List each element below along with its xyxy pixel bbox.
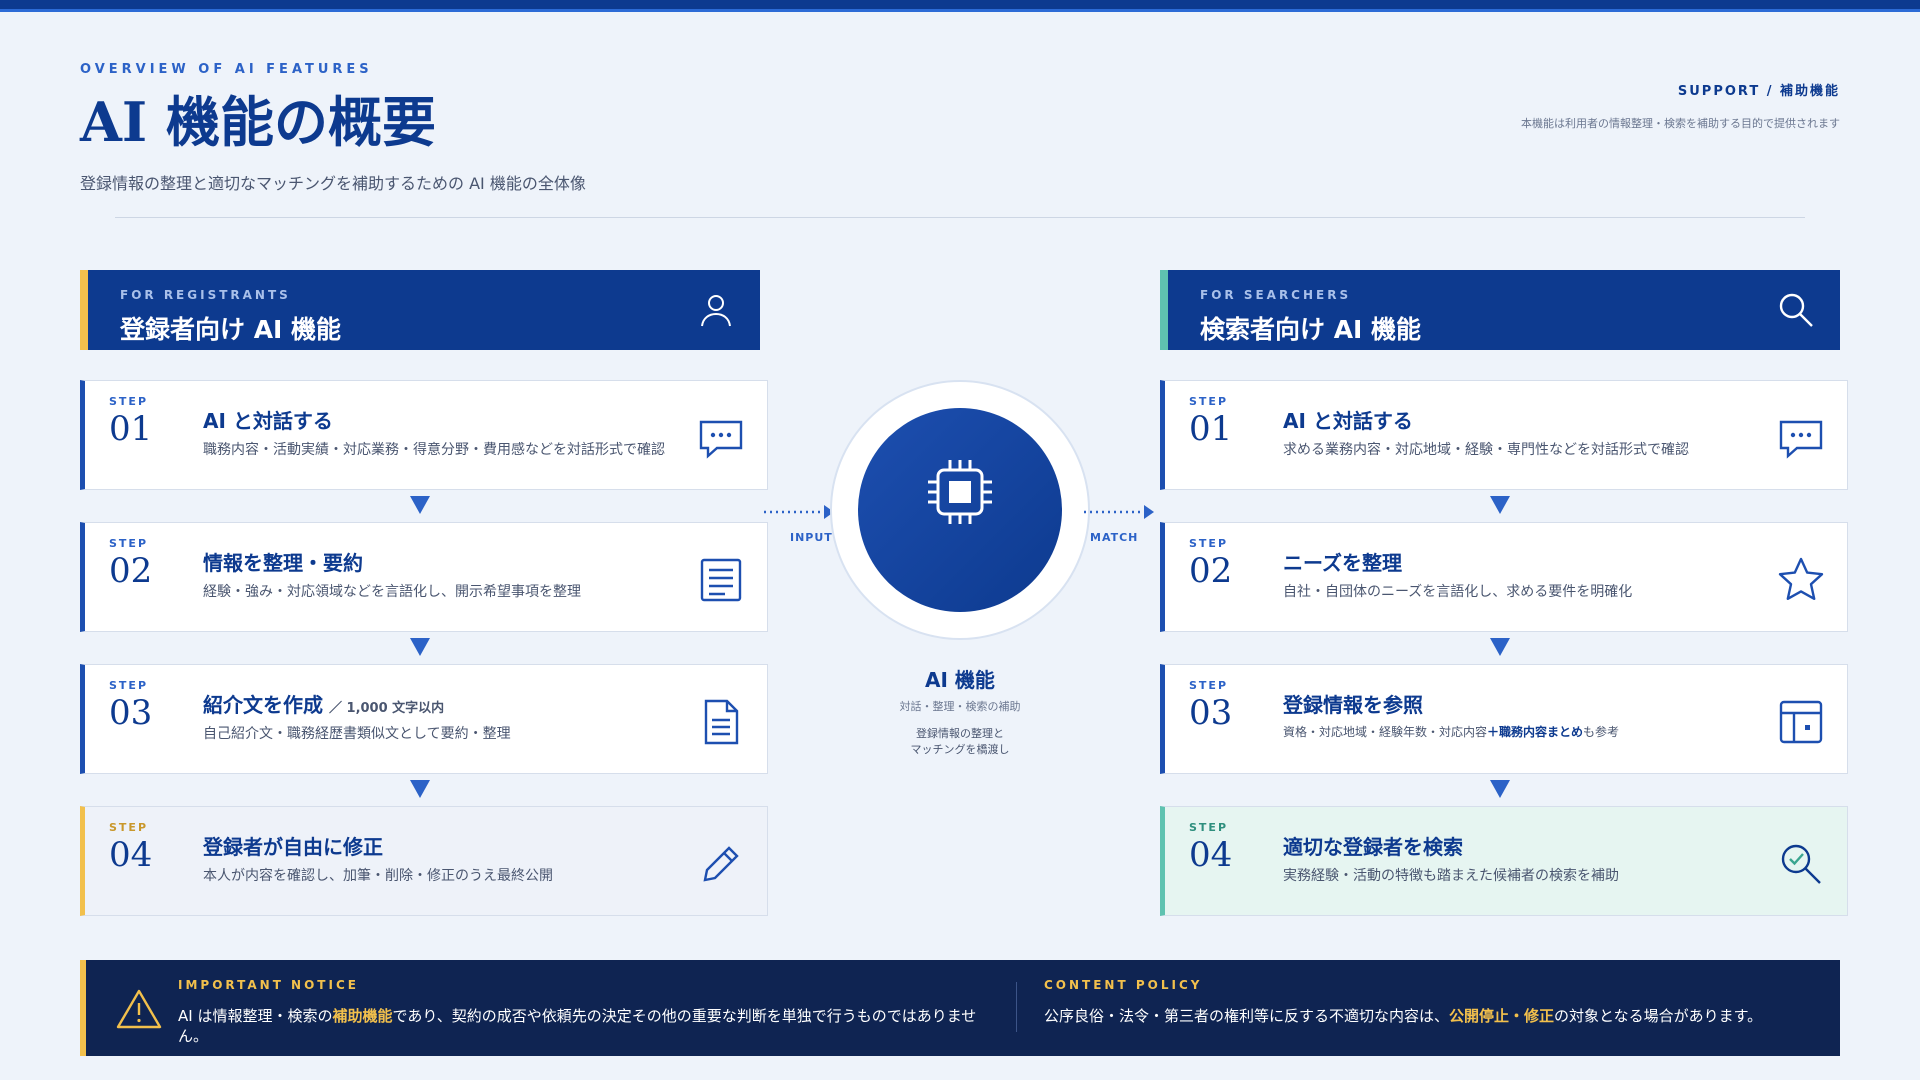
step-title: 紹介文を作成 ／ 1,000 文字以内 [203, 689, 444, 718]
flow-arrow-down [1490, 638, 1510, 656]
step-label: STEP [109, 395, 149, 408]
step-label: STEP [109, 679, 149, 692]
step-title: 適切な登録者を検索 [1283, 835, 1463, 859]
user-icon [701, 295, 731, 327]
step-desc: 経験・強み・対応領域などを言語化し、開示希望事項を整理 [203, 584, 581, 600]
important-notice-label: IMPORTANT NOTICE [178, 978, 359, 992]
notice-divider [1016, 982, 1017, 1032]
registrants-header: FOR REGISTRANTS 登録者向け AI 機能 [80, 270, 760, 350]
hub-note-line: マッチングを橋渡し [910, 743, 1010, 756]
pencil-icon [703, 846, 739, 882]
registrants-eyebrow: FOR REGISTRANTS [120, 288, 291, 302]
notice-highlight: 公開停止・修正 [1449, 1007, 1555, 1025]
notice-bar: IMPORTANT NOTICE AI は情報整理・検索の補助機能であり、契約の… [80, 960, 1840, 1056]
searchers-eyebrow: FOR SEARCHERS [1200, 288, 1352, 302]
search-icon [1779, 293, 1813, 327]
searcher-step-03: STEP 03 登録情報を参照 資格・対応地域・経験年数・対応内容＋職務内容まと… [1160, 664, 1848, 774]
step-label: STEP [109, 821, 149, 834]
flow-arrow-down [410, 496, 430, 514]
top-accent-bar [0, 0, 1920, 12]
chip-icon [928, 460, 992, 524]
step-label: STEP [1189, 679, 1229, 692]
step-title: 情報を整理・要約 [203, 551, 363, 575]
step-title-limit: ／ 1,000 文字以内 [329, 701, 445, 716]
searcher-step-02: STEP 02 ニーズを整理 自社・自団体のニーズを言語化し、求める要件を明確化 [1160, 522, 1848, 632]
chat-icon [1779, 420, 1823, 459]
match-connector-arrow [1084, 505, 1154, 519]
step-number: 03 [1189, 693, 1233, 733]
header-divider [115, 217, 1805, 218]
searchers-title: 検索者向け AI 機能 [1200, 315, 1422, 344]
step-title: ニーズを整理 [1283, 551, 1402, 575]
step-desc: 資格・対応地域・経験年数・対応内容＋職務内容まとめも参考 [1283, 723, 1619, 740]
support-note: 本機能は利用者の情報整理・検索を補助する目的で提供されます [1521, 117, 1840, 130]
step-desc-emphasis: ＋職務内容まとめ [1487, 725, 1584, 739]
hub-subtitle: 対話・整理・検索の補助 [899, 700, 1021, 713]
step-number: 01 [109, 409, 153, 449]
support-label: SUPPORT / 補助機能 [1677, 84, 1840, 99]
step-title: 登録者が自由に修正 [203, 835, 383, 859]
hub-note: 登録情報の整理と マッチングを橋渡し [860, 726, 1060, 758]
step-desc: 自社・自団体のニーズを言語化し、求める要件を明確化 [1283, 584, 1633, 600]
flow-arrow-down [410, 638, 430, 656]
step-desc-text: も参考 [1583, 725, 1620, 739]
document-icon [704, 699, 739, 745]
chat-icon [699, 420, 743, 459]
registrant-step-03: STEP 03 紹介文を作成 ／ 1,000 文字以内 自己紹介文・職務経歴書類似… [80, 664, 768, 774]
step-desc: 実務経験・活動の特徴も踏まえた候補者の検索を補助 [1283, 868, 1619, 884]
content-policy-label: CONTENT POLICY [1044, 978, 1203, 992]
page-eyebrow: OVERVIEW OF AI FEATURES [80, 62, 373, 77]
important-notice-text: AI は情報整理・検索の補助機能であり、契約の成否や依頼先の決定その他の重要な判… [178, 1006, 978, 1046]
list-icon [700, 558, 742, 602]
step-number: 02 [1189, 551, 1233, 591]
step-title: AI と対話する [203, 409, 333, 433]
registrant-step-02: STEP 02 情報を整理・要約 経験・強み・対応領域などを言語化し、開示希望事… [80, 522, 768, 632]
search-check-icon [1781, 844, 1821, 884]
step-label: STEP [1189, 537, 1229, 550]
step-number: 03 [109, 693, 153, 733]
step-title: AI と対話する [1283, 409, 1413, 433]
flow-arrow-down [1490, 780, 1510, 798]
searcher-step-01: STEP 01 AI と対話する 求める業務内容・対応地域・経験・専門性などを対… [1160, 380, 1848, 490]
step-desc: 自己紹介文・職務経歴書類似文として要約・整理 [203, 726, 511, 742]
step-number: 04 [109, 835, 153, 875]
input-connector-arrow [764, 505, 834, 519]
notice-text-segment: 公序良俗・法令・第三者の権利等に反する不適切な内容は、 [1044, 1007, 1450, 1025]
flow-arrow-down [1490, 496, 1510, 514]
table-icon [1779, 700, 1823, 744]
hub-title: AI 機能 [925, 668, 995, 692]
match-label: MATCH [1090, 531, 1139, 544]
step-number: 01 [1189, 409, 1233, 449]
step-title-text: 紹介文を作成 [203, 693, 323, 717]
step-number: 02 [109, 551, 153, 591]
input-label: INPUT [790, 531, 833, 544]
flow-arrow-down [410, 780, 430, 798]
registrant-step-01: STEP 01 AI と対話する 職務内容・活動実績・対応業務・得意分野・費用感… [80, 380, 768, 490]
step-desc: 本人が内容を確認し、加筆・削除・修正のうえ最終公開 [203, 868, 553, 884]
searcher-step-04: STEP 04 適切な登録者を検索 実務経験・活動の特徴も踏まえた候補者の検索を… [1160, 806, 1848, 916]
warning-icon [116, 989, 162, 1029]
star-icon [1778, 557, 1824, 600]
hub-note-line: 登録情報の整理と [916, 727, 1004, 740]
step-desc-text: 資格・対応地域・経験年数・対応内容 [1283, 725, 1488, 739]
step-title: 登録情報を参照 [1283, 693, 1423, 717]
notice-highlight: 補助機能 [332, 1007, 393, 1025]
step-desc: 職務内容・活動実績・対応業務・得意分野・費用感などを対話形式で確認 [203, 442, 665, 458]
step-desc: 求める業務内容・対応地域・経験・専門性などを対話形式で確認 [1283, 442, 1689, 458]
step-label: STEP [1189, 395, 1229, 408]
step-label: STEP [1189, 821, 1229, 834]
step-number: 04 [1189, 835, 1233, 875]
registrant-step-04: STEP 04 登録者が自由に修正 本人が内容を確認し、加筆・削除・修正のうえ最… [80, 806, 768, 916]
page-subtitle: 登録情報の整理と適切なマッチングを補助するための AI 機能の全体像 [80, 174, 586, 193]
notice-text-segment: AI は情報整理・検索の [178, 1007, 333, 1025]
page-title: AI 機能の概要 [80, 90, 436, 154]
content-policy-text: 公序良俗・法令・第三者の権利等に反する不適切な内容は、公開停止・修正の対象となる… [1044, 1006, 1834, 1026]
notice-text-segment: の対象となる場合があります。 [1554, 1007, 1763, 1025]
step-label: STEP [109, 537, 149, 550]
searchers-header: FOR SEARCHERS 検索者向け AI 機能 [1160, 270, 1840, 350]
registrants-title: 登録者向け AI 機能 [120, 315, 342, 344]
